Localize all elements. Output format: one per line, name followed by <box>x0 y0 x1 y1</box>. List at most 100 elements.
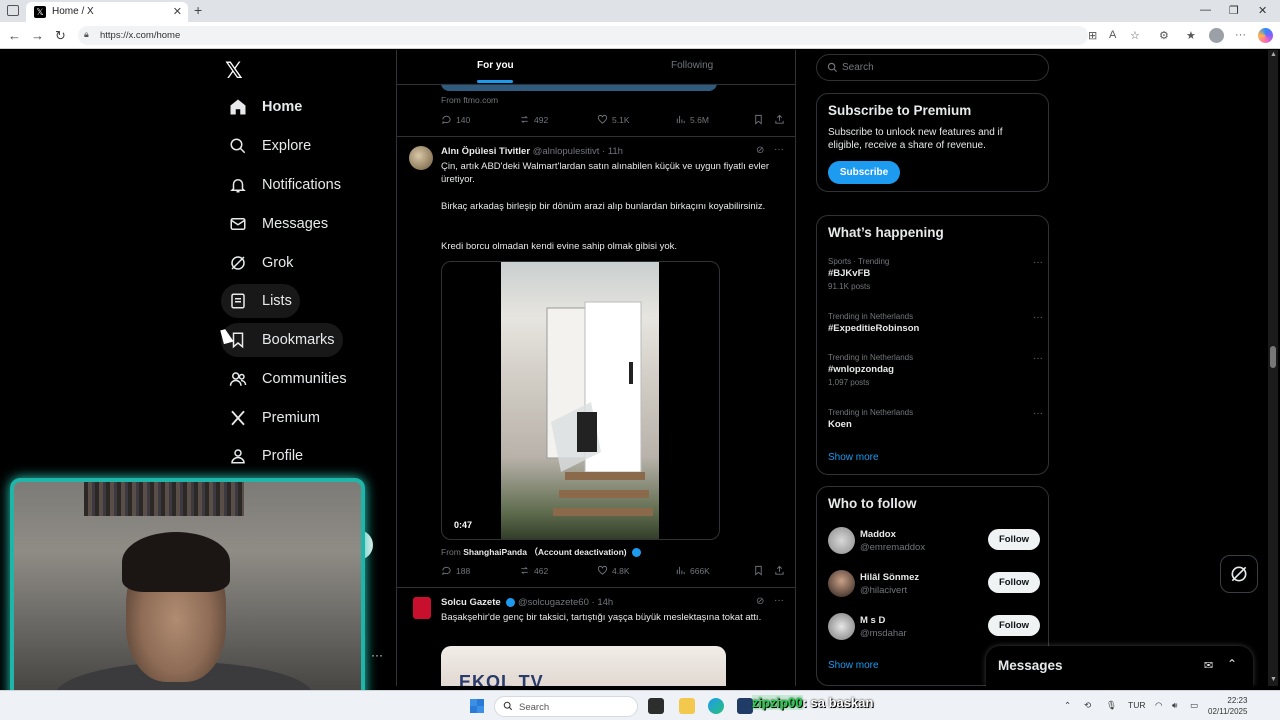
repost-button[interactable]: 462 <box>519 565 548 576</box>
restore-icon[interactable]: ❐ <box>1229 4 1239 17</box>
more-icon[interactable]: ··· <box>1033 312 1043 323</box>
apps-icon[interactable]: ⊞ <box>1088 29 1097 42</box>
post-more-icon[interactable]: ··· <box>774 144 784 155</box>
volume-icon[interactable]: 🔊︎ <box>1172 700 1177 711</box>
scrollbar-thumb[interactable] <box>1270 346 1276 368</box>
nav-profile[interactable]: Profile <box>221 439 311 473</box>
favorite-star-icon[interactable]: ☆ <box>1130 29 1140 42</box>
bookmark-button[interactable] <box>753 565 768 576</box>
extensions-icon[interactable]: ⚙ <box>1159 29 1169 42</box>
scroll-up-icon[interactable]: ▲ <box>1270 51 1277 58</box>
source-account[interactable]: ShanghaiPanda （Account deactivation) <box>463 547 626 557</box>
nav-explore[interactable]: Explore <box>221 129 319 163</box>
author-handle[interactable]: @alnlopulesitivt <box>533 146 600 157</box>
post-time[interactable]: · 14h <box>592 597 614 608</box>
trend-item[interactable]: Trending in Netherlands Koen ··· <box>828 408 1043 430</box>
new-message-icon[interactable]: ✉ <box>1204 659 1213 672</box>
tray-app-icon[interactable]: ⟲ <box>1084 700 1091 711</box>
more-icon[interactable]: ··· <box>1033 353 1043 364</box>
messages-drawer[interactable]: Messages ✉ ⌃ <box>986 646 1253 686</box>
follow-button[interactable]: Follow <box>988 572 1040 593</box>
trend-item[interactable]: Trending in Netherlands #ExpeditieRobins… <box>828 312 1043 334</box>
more-icon[interactable]: ··· <box>1235 29 1246 41</box>
share-button[interactable] <box>774 114 789 125</box>
windows-start-icon[interactable] <box>470 699 484 713</box>
post-avatar[interactable] <box>413 597 431 619</box>
nav-bookmarks[interactable]: Bookmarks <box>221 323 343 357</box>
taskbar-search[interactable]: Search <box>494 696 638 717</box>
more-icon[interactable]: ··· <box>1033 257 1043 268</box>
expand-chevron-icon[interactable]: ⌃ <box>1227 657 1237 671</box>
tab-for-you[interactable]: For you <box>477 60 514 71</box>
nav-lists[interactable]: Lists <box>221 284 300 318</box>
grok-analyze-icon[interactable]: ⊘ <box>756 596 764 607</box>
avatar[interactable] <box>828 570 855 597</box>
bookmark-button[interactable] <box>753 114 768 125</box>
show-more-link[interactable]: Show more <box>828 660 879 671</box>
copilot-icon[interactable] <box>1258 28 1273 43</box>
tab-close-icon[interactable]: ✕ <box>173 5 182 18</box>
grok-button[interactable] <box>1220 555 1258 593</box>
trend-item[interactable]: Sports · Trending #BJKvFB 91.1K posts ··… <box>828 257 1043 291</box>
nav-premium[interactable]: Premium <box>221 401 328 435</box>
post-video[interactable]: EKOL TV <box>441 646 726 686</box>
keyboard-language[interactable]: TUR <box>1128 700 1145 710</box>
battery-icon[interactable]: ▭ <box>1190 700 1198 711</box>
reply-button[interactable]: 140 <box>441 114 470 125</box>
reply-button[interactable]: 188 <box>441 565 470 576</box>
post-video[interactable]: 0:47 <box>441 261 720 540</box>
app-icon[interactable] <box>737 698 753 714</box>
read-aloud-icon[interactable]: A <box>1109 29 1116 41</box>
trend-item[interactable]: Trending in Netherlands #wnlopzondag 1,0… <box>828 353 1043 387</box>
tray-chevron-icon[interactable]: ⌃ <box>1064 700 1071 711</box>
nav-home[interactable]: Home <box>221 90 310 124</box>
account-more-icon[interactable]: ··· <box>371 648 383 662</box>
follow-button[interactable]: Follow <box>988 529 1040 550</box>
microphone-icon[interactable]: 🎙︎ <box>1106 700 1117 711</box>
tab-following[interactable]: Following <box>671 60 713 71</box>
repost-button[interactable]: 492 <box>519 114 548 125</box>
follow-suggestion[interactable]: Maddox @emremaddox Follow <box>828 527 1040 555</box>
nav-messages[interactable]: Messages <box>221 207 336 241</box>
edge-icon[interactable] <box>708 698 724 714</box>
follow-suggestion[interactable]: Hilâl Sönmez @hilacivert Follow <box>828 570 1040 598</box>
share-button[interactable] <box>774 565 789 576</box>
follow-suggestion[interactable]: M s D @msdahar Follow <box>828 613 1040 641</box>
window-close-icon[interactable]: ✕ <box>1258 4 1267 17</box>
minimize-icon[interactable]: — <box>1200 4 1211 16</box>
page-scrollbar[interactable] <box>1268 50 1278 686</box>
video-source[interactable]: From ShanghaiPanda （Account deactivation… <box>441 546 642 558</box>
favorites-icon[interactable]: ★ <box>1186 29 1196 42</box>
new-tab-button[interactable]: + <box>194 2 202 18</box>
nav-grok[interactable]: Grok <box>221 246 301 280</box>
more-icon[interactable]: ··· <box>1033 408 1043 419</box>
refresh-icon[interactable]: ↻ <box>55 28 66 44</box>
profile-avatar[interactable] <box>1209 28 1224 43</box>
post-time[interactable]: · 11h <box>602 146 623 157</box>
url-field[interactable]: 🔒︎ https://x.com/home <box>78 26 1088 45</box>
task-view-icon[interactable] <box>648 698 664 714</box>
author-handle[interactable]: @solcugazete60 <box>518 597 589 608</box>
author-name[interactable]: Alnı Öpülesi Tivitler <box>441 146 530 157</box>
show-more-link[interactable]: Show more <box>828 452 879 463</box>
search-input[interactable]: Search <box>816 54 1049 81</box>
post-more-icon[interactable]: ··· <box>774 595 784 606</box>
follow-button[interactable]: Follow <box>988 615 1040 636</box>
avatar[interactable] <box>828 613 855 640</box>
views-button[interactable]: 666K <box>675 565 710 576</box>
nav-communities[interactable]: Communities <box>221 362 355 396</box>
subscribe-button[interactable]: Subscribe <box>828 161 900 184</box>
back-icon[interactable]: ← <box>8 28 21 43</box>
x-logo-icon[interactable]: 𝕏 <box>225 58 243 84</box>
file-explorer-icon[interactable] <box>679 698 695 714</box>
like-button[interactable]: 4.8K <box>597 565 630 576</box>
post-avatar[interactable] <box>409 146 433 170</box>
scroll-down-icon[interactable]: ▼ <box>1270 676 1277 683</box>
tab-actions-icon[interactable] <box>7 5 19 16</box>
ad-source[interactable]: From ftmo.com <box>441 95 498 105</box>
avatar[interactable] <box>828 527 855 554</box>
wifi-icon[interactable]: ◠ <box>1155 700 1162 711</box>
forward-icon[interactable]: → <box>31 28 44 43</box>
author-name[interactable]: Solcu Gazete <box>441 597 501 608</box>
nav-notifications[interactable]: Notifications <box>221 168 349 202</box>
